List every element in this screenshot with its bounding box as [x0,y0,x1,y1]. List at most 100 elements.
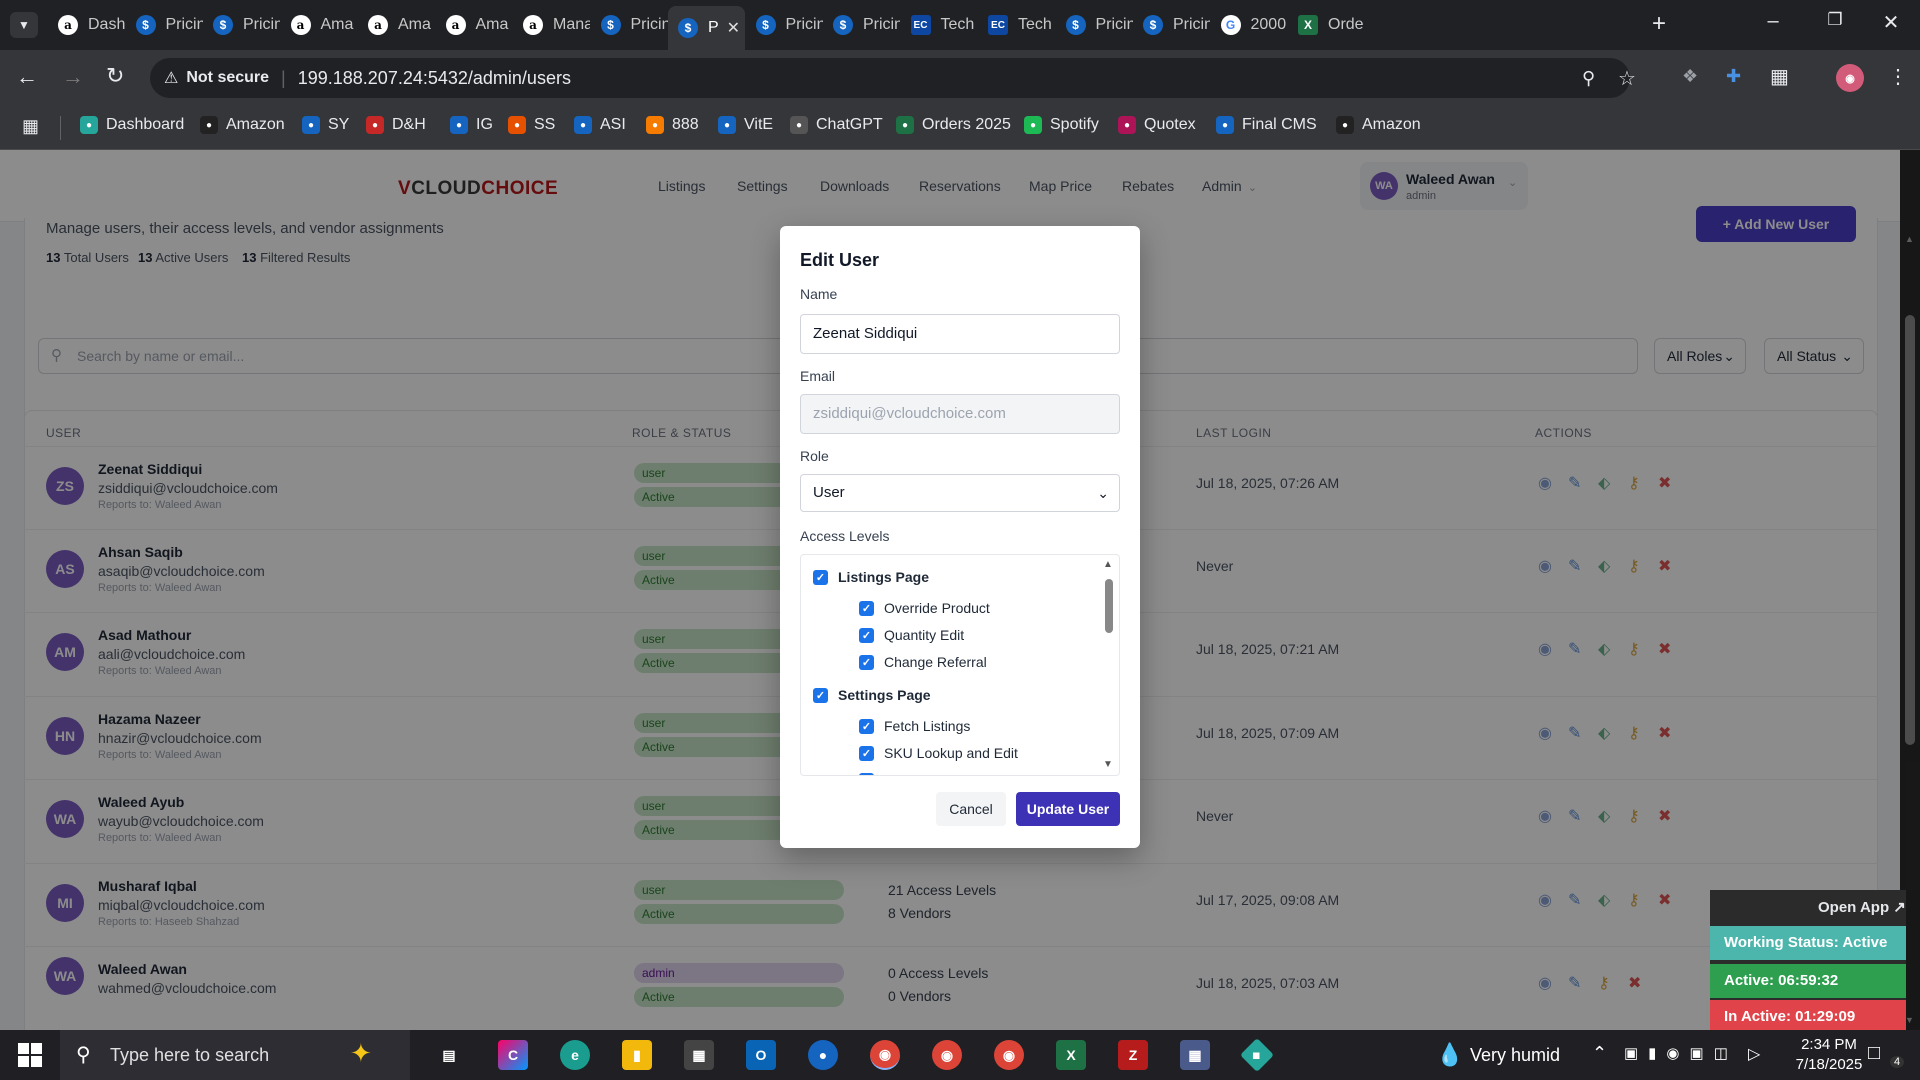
access-checkbox[interactable]: ✓ Vendor Fetching Rules [859,772,1026,775]
tray-icons[interactable]: ▣▮◉▣◫ [1624,1044,1738,1062]
browser-tab[interactable]: X Orde [1288,8,1365,42]
clock-date[interactable]: 7/18/2025 [1784,1056,1874,1073]
restore-button[interactable]: ❐ [1820,10,1850,30]
edge-browser-icon[interactable]: e [560,1040,590,1070]
zoom-icon[interactable]: ⚲ [1582,68,1595,89]
browser-tab[interactable]: G 2000 [1211,8,1288,42]
bookmark-item[interactable]: ● 888 [646,116,699,134]
chrome-profile-2-icon[interactable]: ◉ [994,1040,1024,1070]
browser-tab[interactable]: a Dash [48,8,125,42]
bookmark-item[interactable]: ● Final CMS [1216,116,1317,134]
browser-tab[interactable]: a Ama [281,8,358,42]
browser-tab[interactable]: a Ama [436,8,513,42]
chrome-icon[interactable]: ◉ [870,1040,900,1070]
checkbox-checked-icon[interactable]: ✓ [859,718,874,734]
extensions-puzzle-icon[interactable]: ▦ [1770,64,1789,89]
role-select[interactable]: User ⌄ [800,474,1120,512]
checkbox-checked-icon[interactable]: ✓ [813,569,828,585]
checkbox-checked-icon[interactable]: ✓ [859,600,874,616]
bookmark-item[interactable]: ● Dashboard [80,116,184,134]
access-checkbox[interactable]: ✓ Change Referral [859,654,987,670]
bookmark-item[interactable]: ● Orders 2025 [896,116,1011,134]
access-checkbox[interactable]: ✓ Listings Page [813,569,929,585]
task-view-icon[interactable]: ▤ [434,1040,464,1070]
browser-tab[interactable]: EC Tech [978,8,1055,42]
bookmark-item[interactable]: ● D&H [366,116,426,134]
checkbox-checked-icon[interactable]: ✓ [813,687,828,703]
update-user-button[interactable]: Update User [1016,792,1120,826]
address-bar[interactable]: ⚠ Not secure | 199.188.207.24:5432/admin… [150,58,1636,98]
bookmark-item[interactable]: ● Amazon [1336,116,1421,134]
open-app-link[interactable]: Open App ↗ [1818,898,1906,916]
weather-text[interactable]: Very humid [1470,1045,1560,1066]
weather-drop-icon[interactable]: 💧 [1436,1042,1463,1068]
notification-icon[interactable]: □ [1868,1042,1880,1065]
minimize-button[interactable]: – [1758,10,1788,33]
microsoft-store-icon[interactable]: ▦ [684,1040,714,1070]
name-input[interactable]: Zeenat Siddiqui [800,314,1120,354]
filezilla-icon[interactable]: Z [1118,1040,1148,1070]
browser-tab[interactable]: $ Pricin [591,8,668,42]
bookmark-item[interactable]: ● SS [508,116,555,134]
access-checkbox[interactable]: ✓ SKU Lookup and Edit [859,745,1018,761]
teams-chat-icon[interactable]: ● [808,1040,838,1070]
scroll-down-arrow[interactable]: ▼ [1103,759,1113,770]
bookmark-item[interactable]: ● ASI [574,116,626,134]
access-checkbox[interactable]: ✓ Settings Page [813,687,931,703]
bookmark-item[interactable]: ● VitE [718,116,773,134]
bookmark-item[interactable]: ● SY [302,116,349,134]
extension-feather-icon[interactable]: ❖ [1682,66,1698,87]
url-text[interactable]: 199.188.207.24:5432/admin/users [298,68,571,89]
bookmark-item[interactable]: ● IG [450,116,493,134]
close-tab-icon[interactable]: ✕ [727,18,740,38]
outlook-icon[interactable]: O [746,1040,776,1070]
browser-tab[interactable]: $ Pricin [746,8,823,42]
access-checkbox[interactable]: ✓ Fetch Listings [859,718,970,734]
access-checkbox[interactable]: ✓ Quantity Edit [859,627,964,643]
bookmark-item[interactable]: ● Spotify [1024,116,1099,134]
browser-tab[interactable]: a Ama [358,8,435,42]
file-explorer-icon[interactable]: ▮ [622,1040,652,1070]
reload-icon[interactable]: ↻ [106,63,124,89]
tab-search-button[interactable]: ▼ [10,12,38,38]
browser-tab[interactable]: EC Tech [901,8,978,42]
checkbox-checked-icon[interactable]: ✓ [859,654,874,670]
browser-tab[interactable]: $ P ✕ [668,6,745,50]
copilot-app-icon[interactable]: C [498,1040,528,1070]
calculator-icon[interactable]: ▦ [1180,1040,1210,1070]
scroll-up-arrow[interactable]: ▲ [1103,559,1113,570]
volume-icon[interactable]: ▷ [1748,1044,1760,1064]
bookmark-item[interactable]: ● Quotex [1118,116,1196,134]
browser-tab[interactable]: $ Pricin [126,8,203,42]
checkbox-checked-icon[interactable]: ✓ [859,772,874,775]
browser-tab[interactable]: a Mana [513,8,590,42]
close-window-button[interactable]: ✕ [1876,10,1906,35]
tray-chevron-icon[interactable]: ⌃ [1592,1043,1607,1064]
email-input[interactable]: zsiddiqui@vcloudchoice.com [800,394,1120,434]
bookmark-item[interactable]: ● ChatGPT [790,116,883,134]
security-label[interactable]: Not secure [186,69,269,87]
cancel-button[interactable]: Cancel [936,792,1006,826]
checkbox-checked-icon[interactable]: ✓ [859,627,874,643]
extension-blue-icon[interactable]: ✚ [1726,66,1741,87]
browser-tab[interactable]: $ Pricin [1133,8,1210,42]
list-scrollbar-thumb[interactable] [1105,579,1113,633]
checkbox-checked-icon[interactable]: ✓ [859,745,874,761]
access-levels-list[interactable]: ✓ Listings Page ✓ Override Product ✓ Quantity… [800,554,1120,776]
clock-time[interactable]: 2:34 PM [1784,1036,1874,1053]
windows-start-icon[interactable] [18,1043,42,1067]
browser-tab[interactable]: $ Pricin [823,8,900,42]
excel-icon[interactable]: X [1056,1040,1086,1070]
new-tab-button[interactable]: + [1652,10,1666,38]
app-diamond-icon[interactable]: ◆ [1240,1038,1274,1072]
chrome-profile-icon[interactable]: ◉ [932,1040,962,1070]
forward-icon[interactable]: → [62,64,84,90]
menu-kebab-icon[interactable]: ⋮ [1888,64,1908,89]
taskbar-search-box[interactable]: ⚲ Type here to search ✦ [60,1030,410,1080]
apps-grid-icon[interactable]: ▦ [22,116,39,137]
access-checkbox[interactable]: ✓ Override Product [859,600,990,616]
bookmark-item[interactable]: ● Amazon [200,116,285,134]
browser-tab[interactable]: $ Pricin [1056,8,1133,42]
profile-avatar-icon[interactable]: ◉ [1836,64,1864,92]
back-icon[interactable]: ← [16,64,38,90]
